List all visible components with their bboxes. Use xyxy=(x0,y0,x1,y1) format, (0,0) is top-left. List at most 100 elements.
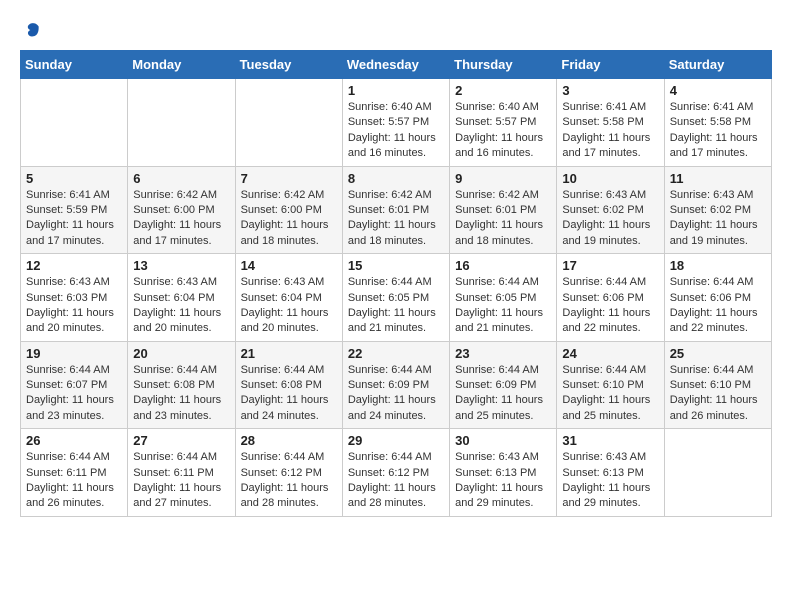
calendar-day-29: 29 Sunrise: 6:44 AM Sunset: 6:12 PM Dayli… xyxy=(342,429,449,517)
day-info-text: Sunrise: 6:44 AM Sunset: 6:05 PM Dayligh… xyxy=(348,275,444,337)
day-number: 13 xyxy=(133,258,229,273)
day-number: 5 xyxy=(26,171,122,186)
day-number: 19 xyxy=(26,346,122,361)
day-number: 15 xyxy=(348,258,444,273)
day-number: 28 xyxy=(241,433,337,448)
day-number: 12 xyxy=(26,258,122,273)
day-number: 10 xyxy=(562,171,658,186)
calendar-day-30: 30 Sunrise: 6:43 AM Sunset: 6:13 PM Dayli… xyxy=(450,429,557,517)
day-info-text: Sunrise: 6:44 AM Sunset: 6:11 PM Dayligh… xyxy=(133,450,229,512)
day-number: 24 xyxy=(562,346,658,361)
day-info-text: Sunrise: 6:43 AM Sunset: 6:03 PM Dayligh… xyxy=(26,275,122,337)
day-number: 21 xyxy=(241,346,337,361)
weekday-header-sunday: Sunday xyxy=(21,51,128,79)
day-info-text: Sunrise: 6:44 AM Sunset: 6:05 PM Dayligh… xyxy=(455,275,551,337)
calendar-empty-cell xyxy=(235,79,342,167)
day-number: 25 xyxy=(670,346,766,361)
calendar-week-row: 26Sunrise: 6:44 AM Sunset: 6:11 PM Dayli… xyxy=(21,429,772,517)
day-info-text: Sunrise: 6:44 AM Sunset: 6:10 PM Dayligh… xyxy=(670,363,766,425)
day-number: 30 xyxy=(455,433,551,448)
day-info-text: Sunrise: 6:43 AM Sunset: 6:13 PM Dayligh… xyxy=(455,450,551,512)
calendar-week-row: 12 Sunrise: 6:43 AM Sunset: 6:03 PM Dayli… xyxy=(21,254,772,342)
logo-bird-icon xyxy=(22,20,42,40)
day-info-text: Sunrise: 6:42 AM Sunset: 6:01 PM Dayligh… xyxy=(455,188,551,250)
page-header xyxy=(20,20,772,40)
calendar-day-28: 28 Sunrise: 6:44 AM Sunset: 6:12 PM Dayli… xyxy=(235,429,342,517)
day-info-text: Sunrise: 6:44 AM Sunset: 6:08 PM Dayligh… xyxy=(241,363,337,425)
calendar-day-16: 16 Sunrise: 6:44 AM Sunset: 6:05 PM Dayli… xyxy=(450,254,557,342)
calendar-day-3: 3 Sunrise: 6:41 AM Sunset: 5:58 PM Daylig… xyxy=(557,79,664,167)
weekday-header-wednesday: Wednesday xyxy=(342,51,449,79)
day-info-text: Sunrise: 6:42 AM Sunset: 6:01 PM Dayligh… xyxy=(348,188,444,250)
day-info-text: Sunrise: 6:43 AM Sunset: 6:02 PM Dayligh… xyxy=(562,188,658,250)
day-number: 1 xyxy=(348,83,444,98)
day-number: 16 xyxy=(455,258,551,273)
calendar-day-8: 8Sunrise: 6:42 AM Sunset: 6:01 PM Daylig… xyxy=(342,166,449,254)
calendar-day-2: 2 Sunrise: 6:40 AM Sunset: 5:57 PM Daylig… xyxy=(450,79,557,167)
calendar-day-21: 21 Sunrise: 6:44 AM Sunset: 6:08 PM Dayli… xyxy=(235,341,342,429)
day-info-text: Sunrise: 6:44 AM Sunset: 6:06 PM Dayligh… xyxy=(670,275,766,337)
day-number: 3 xyxy=(562,83,658,98)
day-info-text: Sunrise: 6:40 AM Sunset: 5:57 PM Dayligh… xyxy=(455,100,551,162)
calendar-week-row: 1 Sunrise: 6:40 AM Sunset: 5:57 PM Daylig… xyxy=(21,79,772,167)
calendar-day-18: 18 Sunrise: 6:44 AM Sunset: 6:06 PM Dayli… xyxy=(664,254,771,342)
calendar-empty-cell xyxy=(664,429,771,517)
day-number: 17 xyxy=(562,258,658,273)
day-info-text: Sunrise: 6:44 AM Sunset: 6:08 PM Dayligh… xyxy=(133,363,229,425)
day-number: 27 xyxy=(133,433,229,448)
day-number: 22 xyxy=(348,346,444,361)
day-number: 23 xyxy=(455,346,551,361)
weekday-header-thursday: Thursday xyxy=(450,51,557,79)
calendar-day-12: 12 Sunrise: 6:43 AM Sunset: 6:03 PM Dayli… xyxy=(21,254,128,342)
day-number: 20 xyxy=(133,346,229,361)
day-number: 14 xyxy=(241,258,337,273)
day-number: 7 xyxy=(241,171,337,186)
day-info-text: Sunrise: 6:43 AM Sunset: 6:02 PM Dayligh… xyxy=(670,188,766,250)
weekday-header-saturday: Saturday xyxy=(664,51,771,79)
weekday-header-friday: Friday xyxy=(557,51,664,79)
day-info-text: Sunrise: 6:42 AM Sunset: 6:00 PM Dayligh… xyxy=(241,188,337,250)
day-number: 2 xyxy=(455,83,551,98)
calendar-day-15: 15 Sunrise: 6:44 AM Sunset: 6:05 PM Dayli… xyxy=(342,254,449,342)
day-info-text: Sunrise: 6:44 AM Sunset: 6:12 PM Dayligh… xyxy=(348,450,444,512)
calendar-day-22: 22 Sunrise: 6:44 AM Sunset: 6:09 PM Dayli… xyxy=(342,341,449,429)
calendar-day-14: 14 Sunrise: 6:43 AM Sunset: 6:04 PM Dayli… xyxy=(235,254,342,342)
calendar-day-10: 10 Sunrise: 6:43 AM Sunset: 6:02 PM Dayli… xyxy=(557,166,664,254)
calendar-day-17: 17Sunrise: 6:44 AM Sunset: 6:06 PM Dayli… xyxy=(557,254,664,342)
calendar-day-19: 19 Sunrise: 6:44 AM Sunset: 6:07 PM Dayli… xyxy=(21,341,128,429)
calendar-day-4: 4Sunrise: 6:41 AM Sunset: 5:58 PM Daylig… xyxy=(664,79,771,167)
day-number: 29 xyxy=(348,433,444,448)
calendar-day-24: 24 Sunrise: 6:44 AM Sunset: 6:10 PM Dayli… xyxy=(557,341,664,429)
calendar-day-9: 9 Sunrise: 6:42 AM Sunset: 6:01 PM Daylig… xyxy=(450,166,557,254)
calendar-day-20: 20 Sunrise: 6:44 AM Sunset: 6:08 PM Dayli… xyxy=(128,341,235,429)
calendar-day-27: 27 Sunrise: 6:44 AM Sunset: 6:11 PM Dayli… xyxy=(128,429,235,517)
day-number: 31 xyxy=(562,433,658,448)
day-info-text: Sunrise: 6:44 AM Sunset: 6:09 PM Dayligh… xyxy=(348,363,444,425)
day-number: 4 xyxy=(670,83,766,98)
day-number: 11 xyxy=(670,171,766,186)
day-info-text: Sunrise: 6:41 AM Sunset: 5:58 PM Dayligh… xyxy=(562,100,658,162)
calendar-day-13: 13Sunrise: 6:43 AM Sunset: 6:04 PM Dayli… xyxy=(128,254,235,342)
calendar-day-7: 7 Sunrise: 6:42 AM Sunset: 6:00 PM Daylig… xyxy=(235,166,342,254)
day-info-text: Sunrise: 6:44 AM Sunset: 6:12 PM Dayligh… xyxy=(241,450,337,512)
weekday-header-tuesday: Tuesday xyxy=(235,51,342,79)
calendar-week-row: 19 Sunrise: 6:44 AM Sunset: 6:07 PM Dayli… xyxy=(21,341,772,429)
day-number: 9 xyxy=(455,171,551,186)
calendar-day-5: 5 Sunrise: 6:41 AM Sunset: 5:59 PM Daylig… xyxy=(21,166,128,254)
calendar-day-11: 11 Sunrise: 6:43 AM Sunset: 6:02 PM Dayli… xyxy=(664,166,771,254)
calendar-day-23: 23Sunrise: 6:44 AM Sunset: 6:09 PM Dayli… xyxy=(450,341,557,429)
logo xyxy=(20,20,42,40)
day-number: 18 xyxy=(670,258,766,273)
calendar-week-row: 5 Sunrise: 6:41 AM Sunset: 5:59 PM Daylig… xyxy=(21,166,772,254)
day-info-text: Sunrise: 6:43 AM Sunset: 6:04 PM Dayligh… xyxy=(241,275,337,337)
calendar-table: SundayMondayTuesdayWednesdayThursdayFrid… xyxy=(20,50,772,517)
calendar-empty-cell xyxy=(21,79,128,167)
day-info-text: Sunrise: 6:41 AM Sunset: 5:59 PM Dayligh… xyxy=(26,188,122,250)
day-number: 6 xyxy=(133,171,229,186)
calendar-day-6: 6Sunrise: 6:42 AM Sunset: 6:00 PM Daylig… xyxy=(128,166,235,254)
weekday-header-monday: Monday xyxy=(128,51,235,79)
calendar-day-1: 1Sunrise: 6:40 AM Sunset: 5:57 PM Daylig… xyxy=(342,79,449,167)
day-info-text: Sunrise: 6:44 AM Sunset: 6:10 PM Dayligh… xyxy=(562,363,658,425)
calendar-day-26: 26Sunrise: 6:44 AM Sunset: 6:11 PM Dayli… xyxy=(21,429,128,517)
day-info-text: Sunrise: 6:44 AM Sunset: 6:07 PM Dayligh… xyxy=(26,363,122,425)
